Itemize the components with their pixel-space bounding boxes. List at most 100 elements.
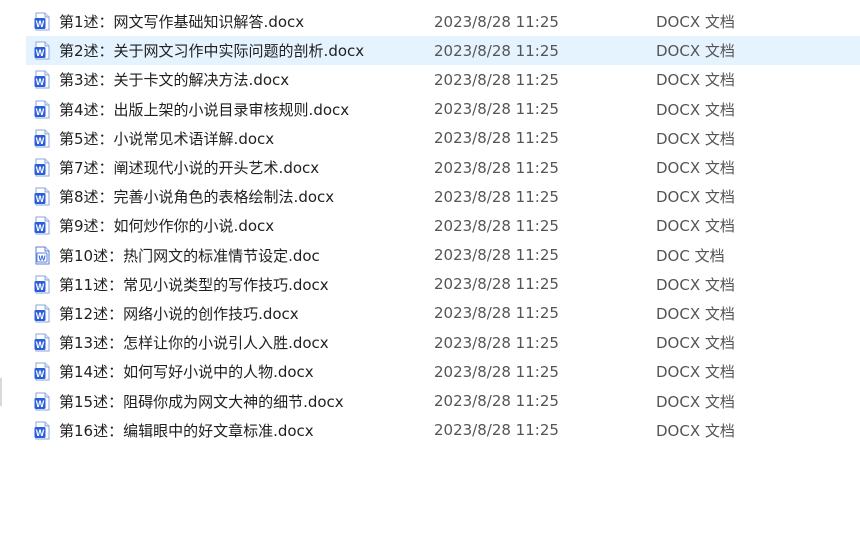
file-name[interactable]: 第7述：阐述现代小说的开头艺术.docx <box>59 157 319 178</box>
file-row[interactable]: W 第10述：热门网文的标准情节设定.doc 2023/8/28 11:25 DOC … <box>26 241 860 270</box>
word-docx-icon: W <box>34 129 50 148</box>
file-row[interactable]: W 第8述：完善小说角色的表格绘制法.docx 2023/8/28 11:25 DOC… <box>26 182 860 211</box>
word-docx-icon: W <box>34 392 50 411</box>
name-column: W 第13述：怎样让你的小说引人入胜.docx <box>26 332 426 353</box>
file-row[interactable]: W 第4述：出版上架的小说目录审核规则.docx 2023/8/28 11:25 DO… <box>26 95 860 124</box>
modified-date: 2023/8/28 11:25 <box>434 187 559 206</box>
word-docx-icon: W <box>36 399 45 409</box>
file-type: DOCX 文档 <box>656 188 735 207</box>
file-name[interactable]: 第12述：网络小说的创作技巧.docx <box>59 303 299 324</box>
modified-date: 2023/8/28 11:25 <box>434 275 559 294</box>
word-docx-icon: W <box>36 369 45 379</box>
word-docx-icon: W <box>34 12 50 31</box>
file-row[interactable]: W 第12述：网络小说的创作技巧.docx 2023/8/28 11:25 DOCX … <box>26 299 860 328</box>
word-doc-icon: W <box>35 246 50 265</box>
word-docx-icon: W <box>36 311 45 321</box>
file-row[interactable]: W 第13述：怎样让你的小说引人入胜.docx 2023/8/28 11:25 DOC… <box>26 328 860 357</box>
file-type: DOCX 文档 <box>656 42 735 61</box>
file-name[interactable]: 第9述：如何炒作你的小说.docx <box>59 215 274 236</box>
word-docx-icon: W <box>36 107 45 117</box>
word-docx-icon <box>44 71 49 76</box>
word-docx-icon: W <box>34 100 50 119</box>
file-type: DOCX 文档 <box>656 100 735 119</box>
file-row[interactable]: W 第16述：编辑眼中的好文章标准.docx 2023/8/28 11:25 DOCX… <box>26 416 860 445</box>
file-row[interactable]: W 第1述：网文写作基础知识解答.docx 2023/8/28 11:25 DOCX … <box>26 7 860 36</box>
modified-date: 2023/8/28 11:25 <box>434 362 559 381</box>
word-docx-icon: W <box>34 216 50 235</box>
word-docx-icon: W <box>34 70 50 89</box>
file-name[interactable]: 第4述：出版上架的小说目录审核规则.docx <box>59 99 349 120</box>
word-docx-icon: W <box>34 275 50 294</box>
file-row[interactable]: W 第3述：关于卡文的解决方法.docx 2023/8/28 11:25 DOCX 文… <box>26 65 860 94</box>
file-name[interactable]: 第8述：完善小说角色的表格绘制法.docx <box>59 186 334 207</box>
file-row[interactable]: W 第9述：如何炒作你的小说.docx 2023/8/28 11:25 DOCX 文档 <box>26 211 860 240</box>
file-name[interactable]: 第13述：怎样让你的小说引人入胜.docx <box>59 332 329 353</box>
file-list: W 第1述：网文写作基础知识解答.docx 2023/8/28 11:25 DOCX … <box>26 7 860 445</box>
file-row[interactable]: W 第15述：阻碍你成为网文大神的细节.docx 2023/8/28 11:25 DO… <box>26 386 860 415</box>
file-name[interactable]: 第11述：常见小说类型的写作技巧.docx <box>59 274 329 295</box>
word-docx-icon: W <box>34 392 50 411</box>
name-column: W 第1述：网文写作基础知识解答.docx <box>26 11 426 32</box>
name-column: W 第11述：常见小说类型的写作技巧.docx <box>26 274 426 295</box>
modified-date: 2023/8/28 11:25 <box>434 392 559 411</box>
word-doc-icon: W <box>34 246 50 265</box>
word-docx-icon: W <box>34 333 50 352</box>
name-column: W 第16述：编辑眼中的好文章标准.docx <box>26 420 426 441</box>
word-docx-icon: W <box>34 158 50 177</box>
file-type: DOCX 文档 <box>656 334 735 353</box>
word-docx-icon: W <box>34 100 50 119</box>
word-docx-icon: W <box>34 304 50 323</box>
file-row[interactable]: W 第14述：如何写好小说中的人物.docx 2023/8/28 11:25 DOCX… <box>26 357 860 386</box>
name-column: W 第5述：小说常见术语详解.docx <box>26 128 426 149</box>
word-docx-icon: W <box>36 48 45 58</box>
name-column: W 第7述：阐述现代小说的开头艺术.docx <box>26 157 426 178</box>
word-docx-icon: W <box>34 362 50 381</box>
name-column: W 第10述：热门网文的标准情节设定.doc <box>26 245 426 266</box>
word-docx-icon: W <box>34 421 50 440</box>
file-name[interactable]: 第15述：阻碍你成为网文大神的细节.docx <box>59 391 344 412</box>
name-column: W 第15述：阻碍你成为网文大神的细节.docx <box>26 391 426 412</box>
word-docx-icon: W <box>34 70 50 89</box>
word-docx-icon: W <box>36 136 45 146</box>
file-name[interactable]: 第2述：关于网文习作中实际问题的剖析.docx <box>59 40 364 61</box>
file-row[interactable]: W 第5述：小说常见术语详解.docx 2023/8/28 11:25 DOCX 文档 <box>26 124 860 153</box>
left-edge-divider <box>0 378 2 406</box>
file-name[interactable]: 第3述：关于卡文的解决方法.docx <box>59 69 289 90</box>
modified-date: 2023/8/28 11:25 <box>434 304 559 323</box>
name-column: W 第14述：如何写好小说中的人物.docx <box>26 361 426 382</box>
modified-date: 2023/8/28 11:25 <box>434 333 559 352</box>
file-type: DOCX 文档 <box>656 129 735 148</box>
name-column: W 第9述：如何炒作你的小说.docx <box>26 215 426 236</box>
word-docx-icon: W <box>36 19 45 29</box>
word-docx-icon: W <box>36 282 45 292</box>
word-docx-icon: W <box>34 304 50 323</box>
name-column: W 第2述：关于网文习作中实际问题的剖析.docx <box>26 40 426 61</box>
file-name[interactable]: 第10述：热门网文的标准情节设定.doc <box>59 245 320 266</box>
word-docx-icon: W <box>36 428 45 438</box>
file-name[interactable]: 第5述：小说常见术语详解.docx <box>59 128 274 149</box>
file-row[interactable]: W 第7述：阐述现代小说的开头艺术.docx 2023/8/28 11:25 DOCX… <box>26 153 860 182</box>
word-docx-icon <box>44 100 49 106</box>
file-name[interactable]: 第16述：编辑眼中的好文章标准.docx <box>59 420 314 441</box>
file-row[interactable]: W 第2述：关于网文习作中实际问题的剖析.docx 2023/8/28 11:25 D… <box>26 36 860 66</box>
modified-date: 2023/8/28 11:25 <box>434 421 559 440</box>
file-type: DOCX 文档 <box>656 275 735 294</box>
modified-date: 2023/8/28 11:25 <box>434 100 559 119</box>
file-type: DOCX 文档 <box>656 304 735 323</box>
file-type: DOCX 文档 <box>656 159 735 178</box>
word-docx-icon: W <box>36 194 45 204</box>
word-docx-icon: W <box>34 158 50 177</box>
file-name[interactable]: 第1述：网文写作基础知识解答.docx <box>59 11 304 32</box>
file-row[interactable]: W 第11述：常见小说类型的写作技巧.docx 2023/8/28 11:25 DOC… <box>26 270 860 299</box>
word-docx-icon: W <box>34 187 50 206</box>
modified-date: 2023/8/28 11:25 <box>434 216 559 235</box>
word-docx-icon: W <box>36 340 45 350</box>
word-docx-icon: W <box>34 362 50 381</box>
word-docx-icon: W <box>36 165 45 175</box>
name-column: W 第8述：完善小说角色的表格绘制法.docx <box>26 186 426 207</box>
modified-date: 2023/8/28 11:25 <box>434 246 559 265</box>
word-docx-icon: W <box>34 275 50 294</box>
word-docx-icon: W <box>34 333 50 352</box>
file-name[interactable]: 第14述：如何写好小说中的人物.docx <box>59 361 314 382</box>
word-docx-icon: W <box>34 129 50 148</box>
